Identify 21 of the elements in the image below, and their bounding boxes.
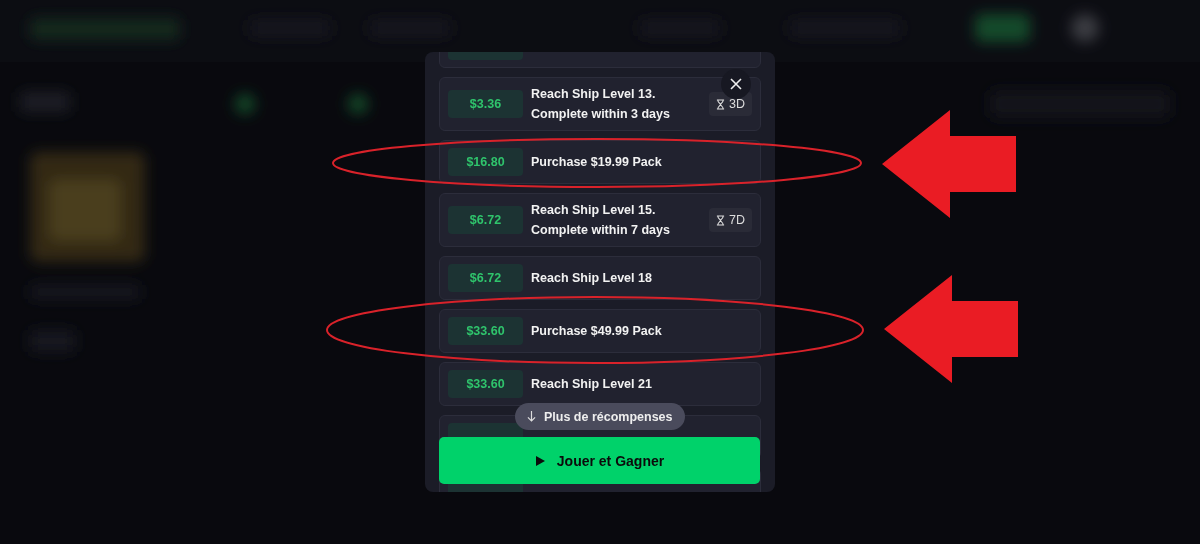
task-text: Purchase $19.99 Pack — [531, 154, 663, 171]
time-limit-tag: 7D — [709, 208, 752, 232]
more-rewards-button[interactable]: Plus de récompenses — [515, 403, 685, 430]
reward-amount: $33.60 — [448, 317, 523, 345]
close-button[interactable] — [721, 69, 751, 99]
task-text: Reach Ship Level 15. Complete within 7 days — [531, 202, 671, 239]
close-icon — [730, 78, 742, 90]
play-button[interactable]: Jouer et Gagner — [439, 437, 760, 484]
reward-amount: $6.72 — [448, 206, 523, 234]
hourglass-icon — [716, 214, 725, 226]
task-text: Reach Ship Level 13. Complete within 3 days — [531, 86, 671, 123]
down-arrow-icon — [527, 411, 536, 422]
reward-amount: $3.36 — [448, 90, 523, 118]
task-text: Reach Ship Level 18 — [531, 270, 653, 287]
reward-amount: $33.60 — [448, 370, 523, 398]
play-icon — [534, 455, 545, 466]
reward-amount: $6.72 — [448, 264, 523, 292]
task-text: Purchase $49.99 Pack — [531, 323, 663, 340]
hourglass-icon — [716, 98, 725, 110]
reward-amount: $16.80 — [448, 148, 523, 176]
task-text: Reach Ship Level 21 — [531, 376, 653, 393]
